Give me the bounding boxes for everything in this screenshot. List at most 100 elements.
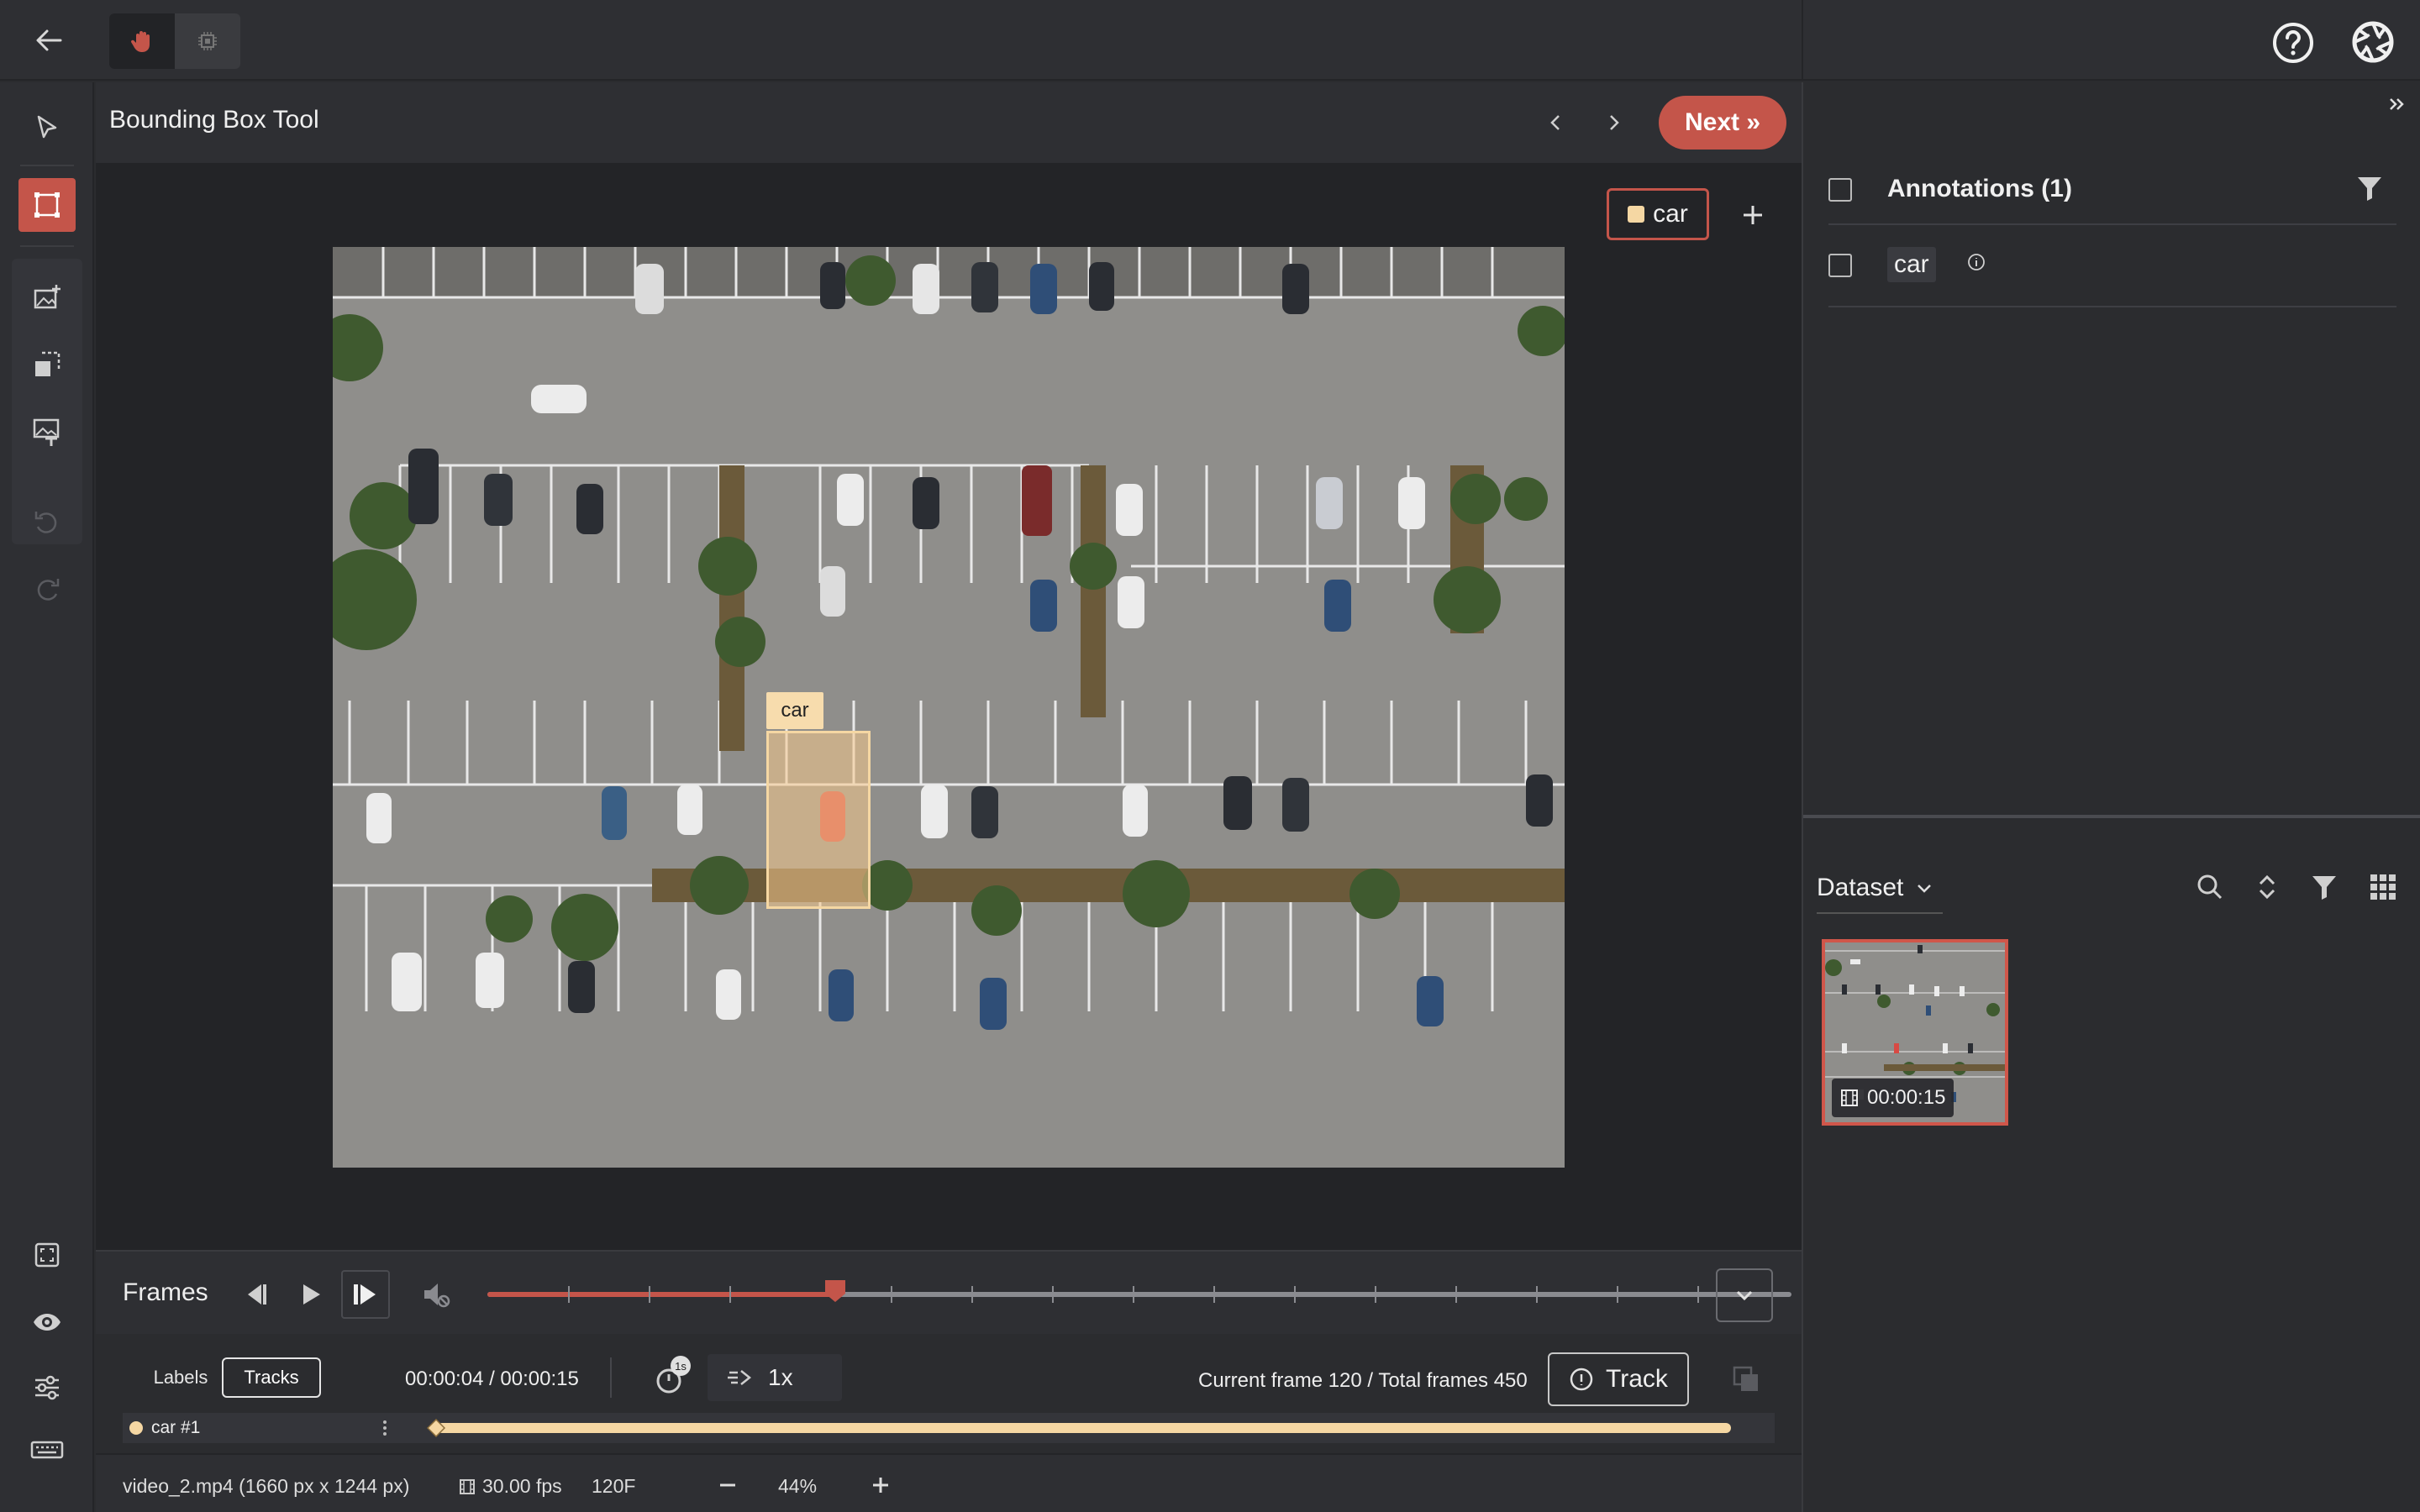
settings-sliders-button[interactable] xyxy=(18,1361,76,1415)
bbox-tool-button[interactable] xyxy=(18,178,76,232)
tab-tracks[interactable]: Tracks xyxy=(222,1357,321,1398)
image-add-tool-button[interactable] xyxy=(18,270,76,324)
slider-tick xyxy=(1617,1286,1618,1303)
annotation-checkbox[interactable] xyxy=(1828,254,1852,277)
top-bar-right xyxy=(1802,0,2420,81)
more-vertical-icon xyxy=(383,1420,387,1436)
top-bar xyxy=(0,0,1802,81)
step-back-button[interactable] xyxy=(230,1270,279,1319)
dataset-dropdown[interactable]: Dataset xyxy=(1817,864,1943,914)
back-button[interactable] xyxy=(29,20,69,60)
timer-icon: 1s xyxy=(656,1356,691,1394)
logo-icon xyxy=(2352,21,2394,63)
grid-icon xyxy=(2370,874,2396,900)
crop-tool-button[interactable] xyxy=(18,338,76,391)
chevron-left-icon xyxy=(1550,115,1560,130)
select-all-checkbox[interactable] xyxy=(1828,178,1852,202)
annotation-canvas[interactable]: car car xyxy=(96,163,1802,1250)
annotations-title: Annotations (1) xyxy=(1887,175,2072,202)
select-tool-button[interactable] xyxy=(18,101,76,155)
slider-tick xyxy=(1536,1286,1538,1303)
back-arrow-icon xyxy=(36,29,62,51)
chevron-right-icon xyxy=(1610,115,1619,130)
collapse-panel-button[interactable] xyxy=(2380,87,2413,121)
slider-tick xyxy=(1455,1286,1457,1303)
minus-icon xyxy=(720,1483,735,1487)
keyboard-icon xyxy=(30,1441,64,1459)
file-info: video_2.mp4 (1660 px x 1244 px) xyxy=(123,1475,410,1497)
manual-mode-button[interactable] xyxy=(109,13,175,69)
interval-button[interactable]: 1s xyxy=(650,1354,697,1401)
annotation-label: car xyxy=(1887,247,1936,282)
dataset-filter-button[interactable] xyxy=(2304,867,2344,907)
mute-button[interactable] xyxy=(412,1270,460,1319)
play-button[interactable] xyxy=(286,1270,334,1319)
dataset-grid-view-button[interactable] xyxy=(2363,867,2403,907)
ai-mode-button[interactable] xyxy=(175,13,240,69)
image-text-tool-button[interactable] xyxy=(18,405,76,459)
eye-icon xyxy=(34,1314,60,1331)
track-timeline-bar[interactable] xyxy=(437,1423,1731,1433)
fit-screen-button[interactable] xyxy=(18,1228,76,1282)
canvas-header: Bounding Box Tool Next » xyxy=(96,82,1802,163)
bbox-icon xyxy=(34,192,60,218)
current-frame-label: 120F xyxy=(592,1475,636,1497)
next-item-arrow-button[interactable] xyxy=(1595,104,1632,141)
playback-speed-button[interactable]: 1x xyxy=(708,1354,842,1401)
fps-info: 30.00 fps xyxy=(459,1475,562,1498)
annotations-filter-button[interactable] xyxy=(2349,168,2390,208)
toolbar-divider xyxy=(20,245,74,247)
dataset-search-button[interactable] xyxy=(2190,867,2230,907)
divider xyxy=(610,1357,612,1398)
dataset-sort-button[interactable] xyxy=(2247,867,2287,907)
fit-icon xyxy=(34,1242,60,1268)
film-icon xyxy=(1841,1089,1858,1106)
track-row[interactable]: car #1 xyxy=(123,1413,1775,1443)
filter-icon xyxy=(2312,876,2336,900)
active-label-selector[interactable]: car xyxy=(1607,188,1709,240)
mode-toggle xyxy=(109,13,240,69)
step-forward-button[interactable] xyxy=(341,1270,390,1319)
undo-button[interactable] xyxy=(18,496,76,549)
video-frame-image[interactable]: car xyxy=(333,247,1565,1168)
bbox-label-tag[interactable]: car xyxy=(766,692,823,729)
expand-timeline-button[interactable] xyxy=(1716,1268,1773,1322)
frame-slider-thumb[interactable] xyxy=(823,1278,847,1304)
bounding-box-car[interactable] xyxy=(766,731,871,909)
slider-tick xyxy=(568,1286,570,1303)
visibility-button[interactable] xyxy=(18,1295,76,1349)
slider-tick xyxy=(649,1286,650,1303)
zoom-level: 44% xyxy=(778,1475,818,1497)
zoom-out-button[interactable] xyxy=(709,1467,746,1504)
crop-icon xyxy=(35,351,60,376)
zoom-in-button[interactable] xyxy=(862,1467,899,1504)
image-text-icon xyxy=(33,418,60,446)
frames-title: Frames xyxy=(123,1278,208,1306)
keyframe-marker[interactable] xyxy=(427,1419,445,1437)
track-menu-button[interactable] xyxy=(375,1416,395,1440)
thumbnail-duration-badge: 00:00:15 xyxy=(1832,1079,1954,1117)
image-add-icon xyxy=(34,285,60,309)
add-label-button[interactable] xyxy=(1729,192,1776,239)
info-icon[interactable] xyxy=(1966,252,1986,272)
keyboard-shortcuts-button[interactable] xyxy=(18,1423,76,1477)
help-button[interactable] xyxy=(2270,20,2316,66)
previous-item-button[interactable] xyxy=(1538,104,1575,141)
track-color-dot xyxy=(129,1421,143,1435)
slider-tick xyxy=(1375,1286,1376,1303)
slider-tick xyxy=(1294,1286,1296,1303)
chevron-down-icon xyxy=(1918,885,1932,893)
track-button[interactable]: Track xyxy=(1548,1352,1689,1406)
frame-slider[interactable] xyxy=(487,1280,1791,1303)
panel-resize-divider[interactable] xyxy=(1803,815,2420,818)
next-button[interactable]: Next » xyxy=(1659,96,1786,150)
dataset-thumbnail[interactable]: 00:00:15 xyxy=(1822,939,2008,1126)
annotation-item[interactable]: car xyxy=(1828,244,2396,307)
slider-tick xyxy=(891,1286,892,1303)
redo-button[interactable] xyxy=(18,563,76,617)
tab-labels[interactable]: Labels xyxy=(134,1357,227,1398)
slider-tick xyxy=(1133,1286,1134,1303)
status-bar: video_2.mp4 (1660 px x 1244 px) 30.00 fp… xyxy=(96,1453,1802,1512)
copy-annotation-button[interactable] xyxy=(1726,1359,1766,1399)
film-icon xyxy=(460,1478,475,1494)
